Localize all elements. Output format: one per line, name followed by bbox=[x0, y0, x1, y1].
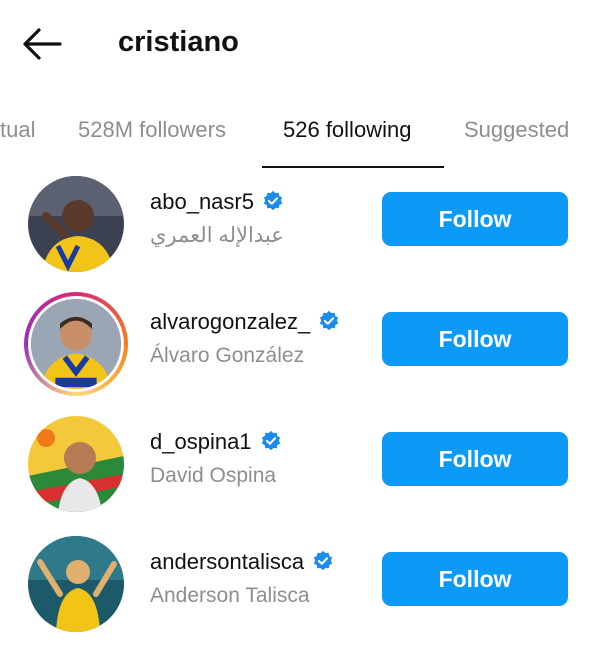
profile-photo bbox=[28, 176, 124, 272]
tab-followers[interactable]: 528M followers bbox=[78, 116, 226, 144]
list-item[interactable]: alvarogonzalez_ Álvaro González Follow bbox=[0, 290, 596, 406]
full-name: Álvaro González bbox=[150, 344, 305, 367]
username[interactable]: abo_nasr5 bbox=[150, 188, 284, 216]
avatar[interactable] bbox=[28, 416, 124, 512]
full-name: عبدالإله العمري bbox=[150, 224, 284, 247]
tab-suggested[interactable]: Suggested bbox=[464, 116, 569, 144]
list-item[interactable]: d_ospina1 David Ospina Follow bbox=[0, 410, 596, 526]
verified-badge-icon bbox=[313, 550, 333, 571]
verified-badge-icon bbox=[263, 190, 283, 211]
username[interactable]: d_ospina1 bbox=[150, 428, 282, 456]
follow-button[interactable]: Follow bbox=[382, 192, 568, 246]
username-text: abo_nasr5 bbox=[150, 189, 254, 214]
follow-button[interactable]: Follow bbox=[382, 432, 568, 486]
avatar[interactable] bbox=[28, 536, 124, 632]
arrow-left-icon bbox=[23, 28, 62, 60]
username-text: andersontalisca bbox=[150, 549, 305, 574]
list-item[interactable]: abo_nasr5 عبدالإله العمري Follow bbox=[0, 170, 596, 286]
follow-button[interactable]: Follow bbox=[382, 312, 568, 366]
back-button[interactable] bbox=[20, 24, 64, 64]
list-item[interactable]: andersontalisca Anderson Talisca Follow bbox=[0, 530, 596, 646]
full-name: Anderson Talisca bbox=[150, 584, 310, 607]
header: cristiano bbox=[0, 0, 596, 84]
avatar-story-ring[interactable] bbox=[24, 292, 128, 396]
page-title: cristiano bbox=[118, 26, 239, 58]
username-text: d_ospina1 bbox=[150, 429, 252, 454]
follow-button[interactable]: Follow bbox=[382, 552, 568, 606]
profile-photo bbox=[28, 416, 124, 512]
username[interactable]: alvarogonzalez_ bbox=[150, 308, 340, 336]
active-tab-indicator bbox=[262, 166, 444, 168]
username-text: alvarogonzalez_ bbox=[150, 309, 311, 334]
profile-photo bbox=[31, 299, 121, 389]
verified-badge-icon bbox=[261, 430, 280, 451]
tab-bar: tual 528M followers 526 following Sugges… bbox=[0, 104, 596, 168]
full-name: David Ospina bbox=[150, 464, 277, 487]
username[interactable]: andersontalisca bbox=[150, 548, 334, 576]
tab-following[interactable]: 526 following bbox=[283, 116, 411, 144]
profile-photo bbox=[28, 536, 124, 632]
verified-badge-icon bbox=[320, 310, 339, 331]
tab-mutual[interactable]: tual bbox=[0, 116, 35, 144]
avatar[interactable] bbox=[28, 176, 124, 272]
